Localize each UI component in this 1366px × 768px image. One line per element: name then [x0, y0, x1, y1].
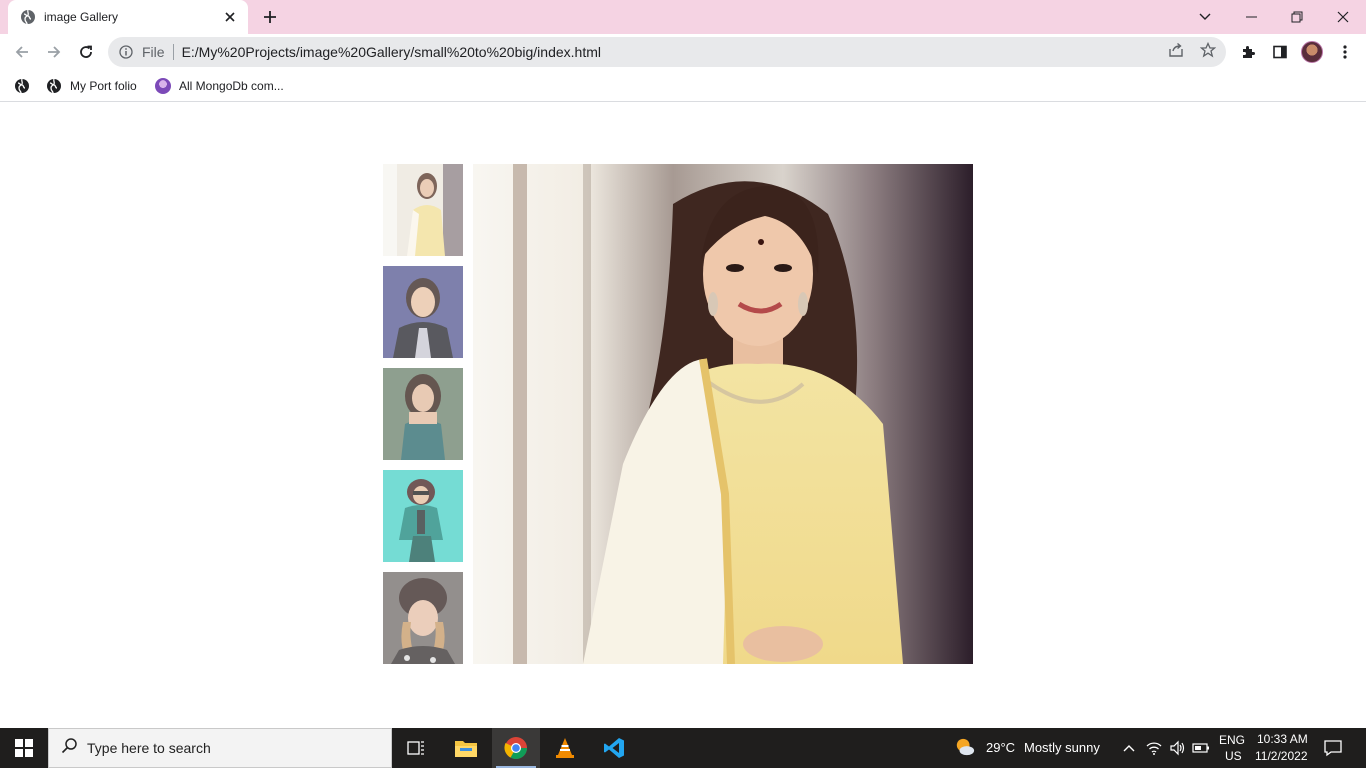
tab-image-gallery[interactable]: image Gallery [8, 0, 248, 34]
bookmark-label: All MongoDb com... [179, 79, 284, 93]
scheme-label: File [142, 44, 165, 60]
bookmark-avatar-icon [155, 78, 171, 94]
thumbnail-2[interactable] [383, 266, 463, 358]
windows-taskbar: Type here to search 29°C Mostly sunny EN… [0, 728, 1366, 768]
volume-icon[interactable] [1167, 738, 1187, 758]
bookmark-label: My Port folio [70, 79, 137, 93]
thumbnail-5[interactable] [383, 572, 463, 664]
thumbnail-1[interactable] [383, 164, 463, 256]
clock-time[interactable]: 10:33 AM [1257, 732, 1308, 746]
chrome-app[interactable] [492, 728, 540, 768]
side-panel-icon[interactable] [1270, 42, 1290, 62]
main-image [473, 164, 973, 664]
address-bar[interactable]: File E:/My%20Projects/image%20Gallery/sm… [108, 37, 1226, 67]
weather-condition: Mostly sunny [1024, 740, 1100, 755]
vscode-app[interactable] [590, 728, 638, 768]
windows-start-button[interactable] [0, 728, 48, 768]
address-divider [172, 44, 174, 60]
weather-temp: 29°C [986, 740, 1016, 755]
thumbnail-3[interactable] [383, 368, 463, 460]
notifications-icon[interactable] [1323, 738, 1343, 758]
search-placeholder: Type here to search [87, 740, 211, 756]
search-icon [61, 737, 77, 759]
profile-avatar[interactable] [1301, 41, 1323, 63]
bookmark-star-icon[interactable] [1199, 41, 1217, 59]
bookmark-globe[interactable] [14, 76, 30, 96]
show-hidden-icons-chevron-icon[interactable] [1119, 738, 1139, 758]
battery-icon[interactable] [1191, 738, 1211, 758]
reload-button[interactable] [70, 36, 102, 68]
weather-sunny-icon[interactable] [955, 737, 975, 757]
language-line2[interactable]: US [1225, 749, 1242, 763]
task-view-button[interactable] [392, 728, 440, 768]
new-tab-button[interactable] [258, 5, 282, 29]
page-content [0, 103, 1366, 728]
tab-strip: image Gallery [0, 0, 1366, 34]
bookmark-my-portfolio[interactable]: My Port folio [46, 76, 137, 96]
vlc-app[interactable] [541, 728, 589, 768]
menu-kebab-icon[interactable] [1335, 42, 1355, 62]
bookmarks-bar: My Port folio All MongoDb com... [0, 70, 1366, 102]
close-window-button[interactable] [1320, 0, 1366, 34]
restore-button[interactable] [1274, 0, 1320, 34]
language-line1[interactable]: ENG [1219, 733, 1245, 747]
thumbnail-4[interactable] [383, 470, 463, 562]
network-wifi-icon[interactable] [1144, 738, 1164, 758]
share-icon[interactable] [1167, 41, 1185, 59]
globe-icon [20, 9, 36, 25]
file-explorer-app[interactable] [442, 728, 490, 768]
forward-button[interactable] [38, 36, 70, 68]
clock-date[interactable]: 11/2/2022 [1255, 749, 1308, 763]
taskbar-search[interactable]: Type here to search [48, 728, 392, 768]
close-tab-icon[interactable] [222, 9, 238, 25]
browser-toolbar: File E:/My%20Projects/image%20Gallery/sm… [0, 34, 1366, 70]
extensions-puzzle-icon[interactable] [1238, 42, 1258, 62]
globe-icon [14, 78, 30, 94]
globe-icon [46, 78, 62, 94]
url-text[interactable]: E:/My%20Projects/image%20Gallery/small%2… [182, 44, 601, 60]
bookmark-all-mongodb[interactable]: All MongoDb com... [155, 76, 284, 96]
tab-search-chevron-icon[interactable] [1182, 0, 1228, 34]
tab-title: image Gallery [44, 10, 119, 24]
info-icon[interactable] [118, 44, 134, 60]
back-button[interactable] [6, 36, 38, 68]
minimize-button[interactable] [1228, 0, 1274, 34]
